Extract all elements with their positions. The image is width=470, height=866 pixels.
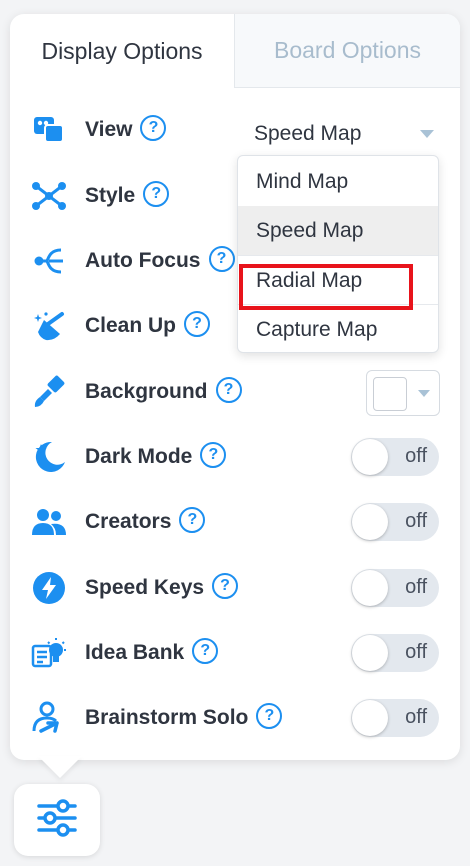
chevron-down-icon	[418, 390, 430, 397]
options-tabs: Display Options Board Options	[10, 14, 460, 88]
brainstorm-solo-toggle[interactable]: off	[351, 699, 439, 737]
background-color-picker[interactable]	[366, 370, 440, 416]
clean-up-help-icon[interactable]: ?	[184, 311, 211, 338]
style-label: Style?	[85, 181, 170, 210]
toggle-state: off	[405, 445, 427, 467]
speed-keys-label: Speed Keys?	[85, 573, 239, 602]
dropdown-option-radial-map[interactable]: Radial Map	[238, 255, 438, 304]
tab-display-options[interactable]: Display Options	[10, 14, 234, 88]
creators-help-icon[interactable]: ?	[179, 507, 206, 534]
style-icon	[30, 178, 68, 214]
brainstorm-solo-help-icon[interactable]: ?	[256, 703, 283, 730]
person-arrow-icon	[30, 700, 68, 736]
chevron-down-icon	[420, 130, 434, 138]
paintbrush-icon	[30, 374, 68, 410]
toggle-knob	[352, 504, 388, 540]
view-icon	[30, 112, 68, 148]
idea-bank-help-icon[interactable]: ?	[192, 638, 219, 665]
toggle-knob	[352, 700, 388, 736]
speed-keys-toggle[interactable]: off	[351, 569, 439, 607]
auto-focus-help-icon[interactable]: ?	[208, 246, 235, 273]
toggle-state: off	[405, 576, 427, 598]
tab-board-options[interactable]: Board Options	[234, 14, 460, 88]
toggle-knob	[352, 635, 388, 671]
color-swatch	[373, 377, 407, 411]
view-help-icon[interactable]: ?	[140, 115, 167, 142]
display-options-button[interactable]	[14, 784, 100, 856]
toggle-knob	[352, 570, 388, 606]
creators-label: Creators?	[85, 507, 206, 536]
auto-focus-label: Auto Focus?	[85, 246, 235, 275]
dark-mode-help-icon[interactable]: ?	[200, 442, 227, 469]
clean-up-label: Clean Up?	[85, 311, 211, 340]
brainstorm-solo-label: Brainstorm Solo?	[85, 703, 283, 732]
idea-bank-label: Idea Bank?	[85, 638, 219, 667]
idea-bank-toggle[interactable]: off	[351, 634, 439, 672]
view-select[interactable]: Speed Map	[254, 118, 440, 154]
dropdown-option-speed-map[interactable]: Speed Map	[238, 206, 438, 255]
background-help-icon[interactable]: ?	[215, 377, 242, 404]
lightning-icon	[30, 570, 68, 606]
moon-icon	[30, 439, 68, 475]
clean-up-icon	[30, 308, 68, 344]
view-select-value: Speed Map	[254, 122, 362, 145]
sliders-icon	[37, 798, 77, 843]
toggle-state: off	[405, 641, 427, 663]
dark-mode-toggle[interactable]: off	[351, 438, 439, 476]
toggle-state: off	[405, 706, 427, 728]
toggle-knob	[352, 439, 388, 475]
background-label: Background?	[85, 377, 242, 406]
display-options-panel: Display Options Board Options View? Styl…	[10, 14, 460, 760]
view-dropdown-menu: Mind Map Speed Map Radial Map Capture Ma…	[237, 155, 439, 353]
dropdown-option-capture-map[interactable]: Capture Map	[238, 304, 438, 352]
dark-mode-label: Dark Mode?	[85, 442, 227, 471]
style-help-icon[interactable]: ?	[143, 181, 170, 208]
lightbulb-icon	[30, 635, 68, 671]
dropdown-option-mind-map[interactable]: Mind Map	[238, 157, 438, 206]
auto-focus-icon	[30, 243, 68, 279]
speed-keys-help-icon[interactable]: ?	[212, 573, 239, 600]
view-label: View?	[85, 115, 167, 144]
panel-pointer	[38, 756, 82, 778]
creators-toggle[interactable]: off	[351, 503, 439, 541]
toggle-state: off	[405, 510, 427, 532]
people-icon	[30, 504, 68, 540]
